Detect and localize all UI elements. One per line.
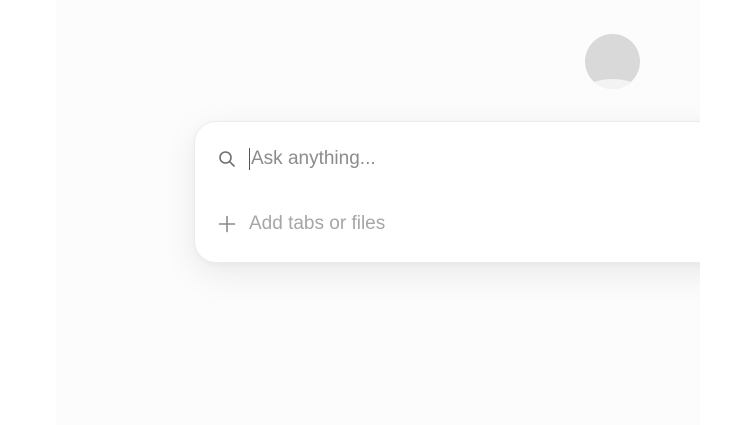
add-tabs-or-files-label: Add tabs or files: [249, 213, 386, 234]
search-row[interactable]: [217, 144, 697, 174]
screen: Add tabs or files: [0, 0, 756, 425]
search-input[interactable]: [251, 148, 651, 170]
text-caret: [249, 148, 250, 170]
prompt-card: Add tabs or files: [194, 121, 756, 263]
plus-icon: [217, 214, 237, 234]
avatar[interactable]: [585, 34, 640, 89]
right-edge-panel: [700, 0, 756, 425]
search-icon: [217, 149, 237, 169]
add-tabs-or-files-button[interactable]: Add tabs or files: [217, 210, 385, 238]
